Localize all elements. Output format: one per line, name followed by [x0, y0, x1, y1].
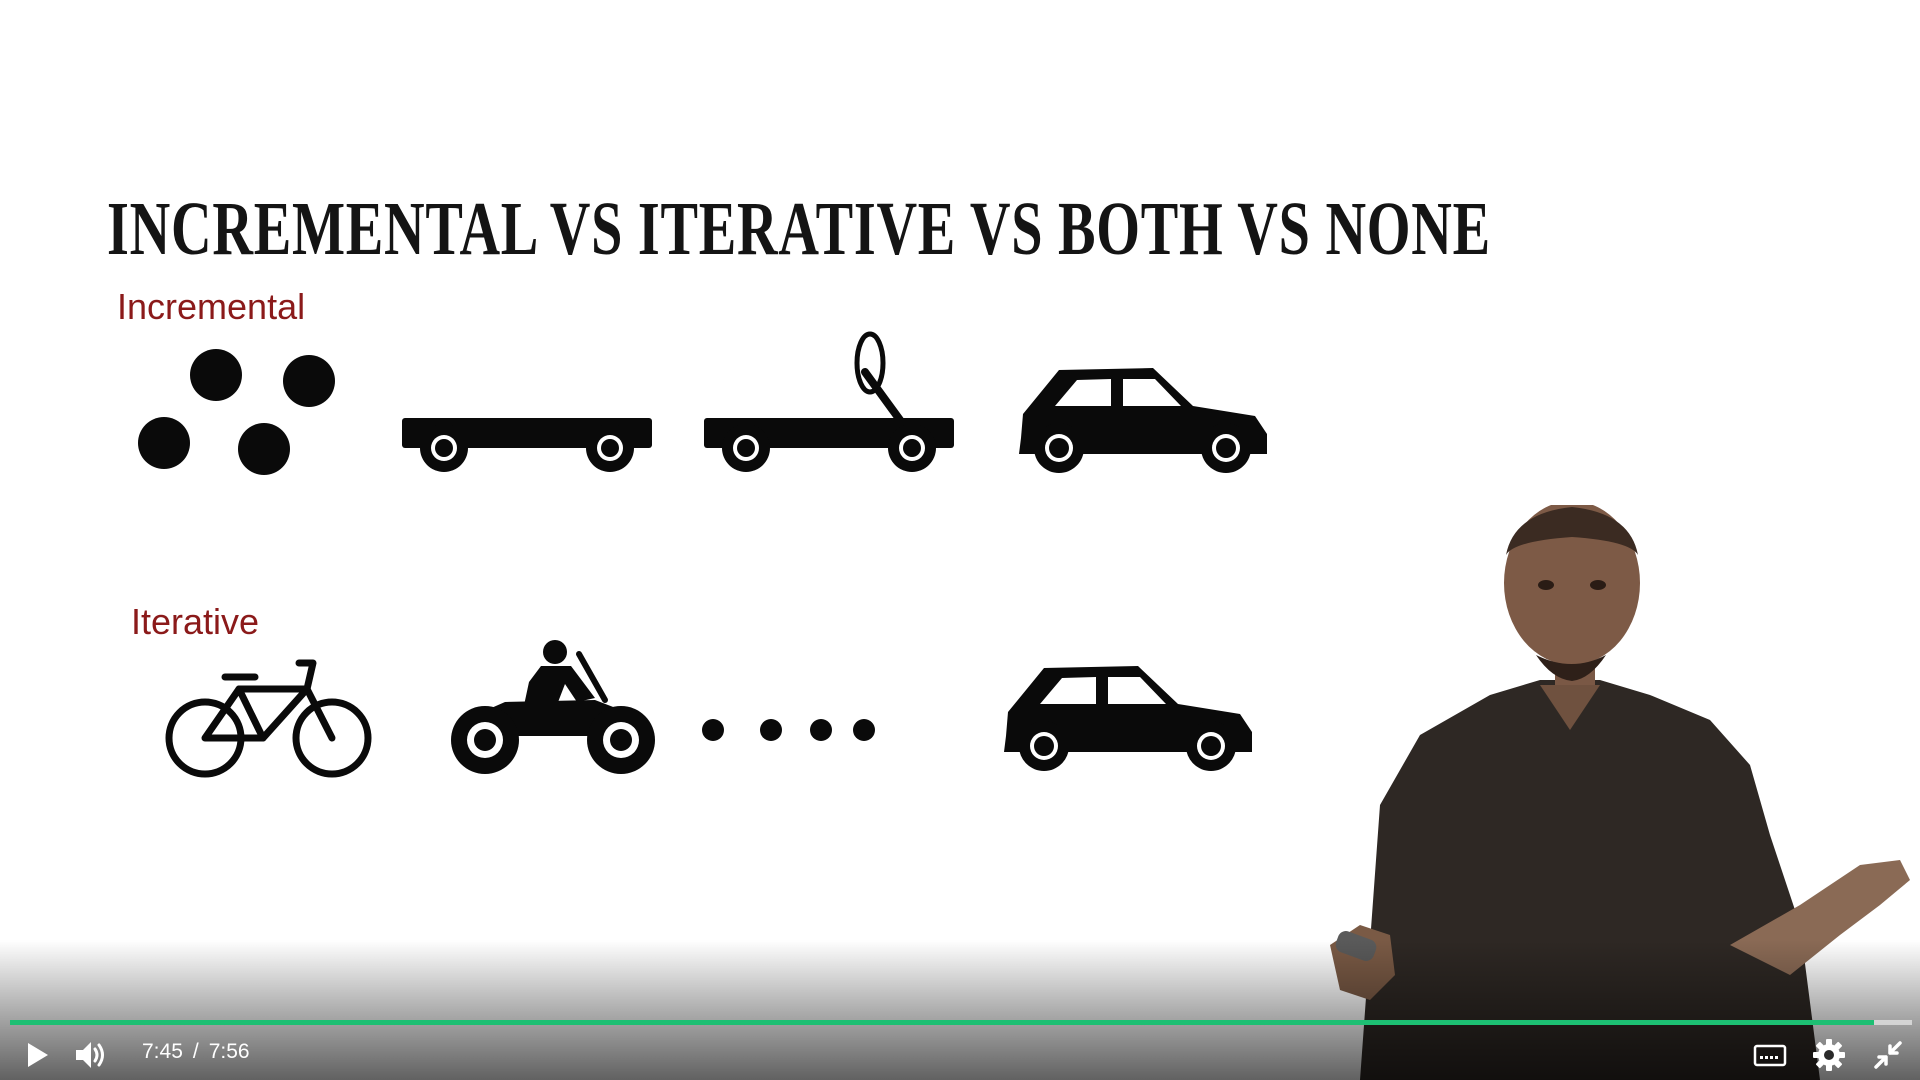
time-display: 7:45 / 7:56 [142, 1040, 250, 1064]
captions-icon[interactable] [1752, 1037, 1788, 1073]
duration: 7:56 [208, 1040, 250, 1063]
play-icon[interactable] [18, 1037, 54, 1073]
time-separator: / [192, 1040, 199, 1063]
car-icon [1019, 368, 1267, 473]
progress-fill [10, 1020, 1874, 1025]
chassis-steering-icon [704, 331, 954, 472]
motorcycle-icon [451, 640, 655, 774]
video-frame[interactable]: INCREMENTAL VS ITERATIVE VS BOTH VS NONE… [0, 0, 1920, 1080]
ellipsis-dots-icon [702, 719, 875, 741]
progress-bar[interactable] [10, 1020, 1912, 1025]
dots-icon [138, 349, 335, 475]
player-controls-bar [0, 940, 1920, 1080]
slide-title: INCREMENTAL VS ITERATIVE VS BOTH VS NONE [107, 187, 1491, 271]
volume-icon[interactable] [72, 1037, 108, 1073]
car-icon [1004, 666, 1252, 771]
current-time: 7:45 [142, 1040, 183, 1063]
exit-fullscreen-icon[interactable] [1870, 1037, 1906, 1073]
gear-icon[interactable] [1811, 1037, 1847, 1073]
bicycle-icon [165, 659, 372, 778]
chassis-icon [402, 418, 652, 472]
iterative-label: Iterative [131, 601, 260, 642]
incremental-label: Incremental [117, 286, 306, 327]
